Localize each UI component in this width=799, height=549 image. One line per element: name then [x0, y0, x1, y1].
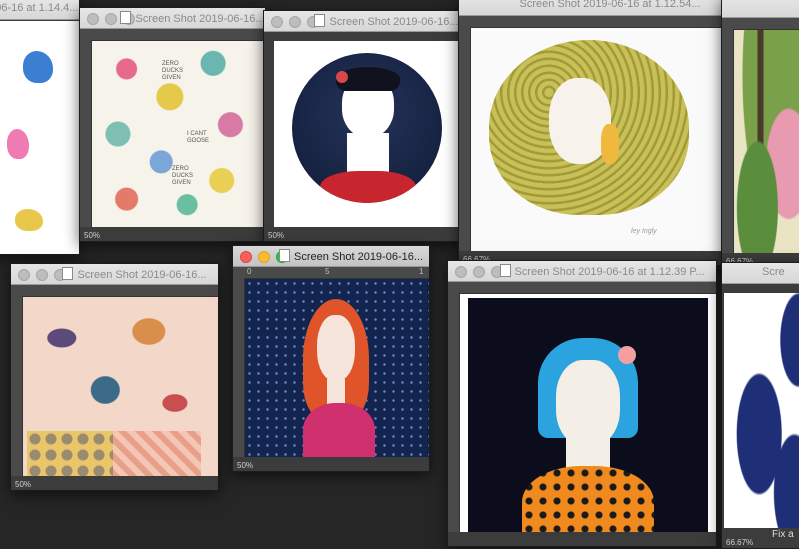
minimize-button[interactable] — [258, 251, 270, 263]
pattern-text-2: I CANT GOOSE — [187, 131, 210, 144]
titlebar[interactable]: Screen Shot 2019-06-16... — [11, 264, 218, 285]
canvas[interactable]: ley Ingly — [471, 28, 721, 251]
window-5[interactable]: 66.67% — [721, 0, 799, 268]
document-icon — [278, 249, 290, 262]
horizontal-ruler — [80, 29, 265, 41]
window-title: Screen Shot 2019-06-16... — [120, 11, 265, 25]
ruler-tick: 5 — [325, 267, 330, 276]
blue-bird-illustration — [23, 51, 53, 83]
window-1[interactable]: -06-16 at 1.14.4... — [0, 0, 80, 255]
minimize-button[interactable] — [105, 13, 117, 25]
minimize-button[interactable] — [36, 269, 48, 281]
document-icon — [120, 11, 132, 24]
vertical-ruler — [80, 40, 92, 227]
vertical-ruler — [459, 27, 471, 251]
window-title: Scre — [762, 266, 785, 278]
close-button[interactable] — [455, 266, 467, 278]
window-4[interactable]: Screen Shot 2019-06-16 at 1.12.54... ley… — [458, 0, 722, 266]
canvas[interactable] — [274, 41, 469, 227]
canvas[interactable] — [460, 294, 716, 532]
pattern-text-1: ZERO DUCKS GIVEN — [162, 61, 184, 81]
document-icon — [314, 14, 326, 27]
artist-signature: ley Ingly — [631, 228, 657, 235]
window-3[interactable]: Screen Shot 2019-06-16... 50% — [263, 10, 470, 242]
window-title-text: Screen Shot 2019-06-16... — [77, 269, 207, 281]
zoom-level: 50% — [237, 461, 254, 470]
window-7[interactable]: Screen Shot 2019-06-16... 0 5 1 50% — [232, 245, 430, 472]
canvas[interactable] — [23, 297, 218, 476]
titlebar[interactable]: Screen Shot 2019-06-16... — [233, 246, 429, 267]
close-button[interactable] — [240, 251, 252, 263]
window-2[interactable]: Screen Shot 2019-06-16... ZERO DUCKS GIV… — [79, 7, 266, 242]
curly-hair-portrait-artwork — [489, 40, 689, 230]
titlebar[interactable]: Scre — [722, 263, 799, 284]
window-title: Screen Shot 2019-06-16 at 1.12.39 P... — [488, 264, 716, 278]
canvas[interactable] — [245, 279, 429, 457]
document-icon — [499, 264, 511, 277]
window-title: Screen Shot 2019-06-16 at 1.12.54... — [519, 0, 701, 10]
circle-portrait-artwork — [292, 53, 442, 203]
document-icon — [62, 267, 74, 280]
close-button[interactable] — [18, 269, 30, 281]
red-hair-portrait-artwork — [245, 279, 429, 457]
bottom-right-text: Fix a — [772, 529, 794, 540]
titlebar[interactable] — [722, 0, 799, 18]
blue-ink-artwork — [724, 293, 799, 528]
window-title: -06-16 at 1.14.4... — [0, 2, 79, 14]
window-8[interactable]: Screen Shot 2019-06-16 at 1.12.39 P... — [447, 260, 717, 547]
pink-bird-illustration — [7, 129, 29, 159]
vertical-ruler — [448, 293, 460, 532]
zoom-level: 50% — [268, 231, 285, 240]
close-button[interactable] — [87, 13, 99, 25]
canvas[interactable] — [724, 293, 799, 528]
zoom-level: 66.67% — [726, 538, 754, 547]
window-title-text: Screen Shot 2019-06-16... — [293, 251, 424, 263]
window-title: Screen Shot 2019-06-16... — [273, 249, 429, 263]
vertical-ruler — [11, 296, 23, 476]
yellow-bird-illustration — [15, 209, 43, 231]
jungle-artwork — [734, 30, 799, 253]
window-title-text: Screen Shot 2019-06-16... — [329, 16, 459, 28]
window-title: Screen Shot 2019-06-16... — [304, 14, 469, 28]
window-title-text: Screen Shot 2019-06-16 at 1.12.39 P... — [514, 266, 705, 278]
horizontal-ruler — [11, 285, 218, 297]
canvas[interactable]: ZERO DUCKS GIVEN I CANT GOOSE ZERO DUCKS… — [92, 41, 265, 227]
titlebar[interactable]: Screen Shot 2019-06-16... — [264, 11, 469, 32]
vertical-ruler — [233, 278, 245, 457]
titlebar[interactable]: Screen Shot 2019-06-16... — [80, 8, 265, 29]
minimize-button[interactable] — [473, 266, 485, 278]
cat-pattern-artwork — [27, 299, 201, 429]
window-title: Screen Shot 2019-06-16... — [51, 267, 218, 281]
titlebar[interactable]: Screen Shot 2019-06-16 at 1.12.54... — [459, 0, 721, 16]
zoom-level: 50% — [84, 231, 101, 240]
window-9[interactable]: Scre 66.67% — [721, 262, 799, 549]
horizontal-ruler — [448, 282, 716, 294]
titlebar[interactable]: Screen Shot 2019-06-16 at 1.12.39 P... — [448, 261, 716, 282]
canvas[interactable] — [0, 21, 79, 254]
window-6[interactable]: Screen Shot 2019-06-16... 50% — [10, 263, 219, 491]
vertical-ruler — [722, 29, 734, 253]
canvas[interactable] — [734, 30, 799, 253]
horizontal-ruler — [459, 16, 721, 28]
blue-hair-portrait-artwork — [468, 298, 708, 532]
yellow-dots-swatch — [27, 431, 113, 476]
zoom-level: 50% — [15, 480, 32, 489]
pattern-text-3: ZERO DUCKS GIVEN — [172, 166, 194, 186]
ruler-tick: 1 — [419, 267, 424, 276]
ruler-tick: 0 — [247, 267, 252, 276]
window-title-text: Screen Shot 2019-06-16... — [135, 13, 265, 25]
titlebar[interactable]: -06-16 at 1.14.4... — [0, 0, 79, 20]
minimize-button[interactable] — [289, 16, 301, 28]
close-button[interactable] — [271, 16, 283, 28]
coral-pattern-swatch — [113, 431, 201, 476]
horizontal-ruler: 0 5 1 — [233, 267, 429, 279]
